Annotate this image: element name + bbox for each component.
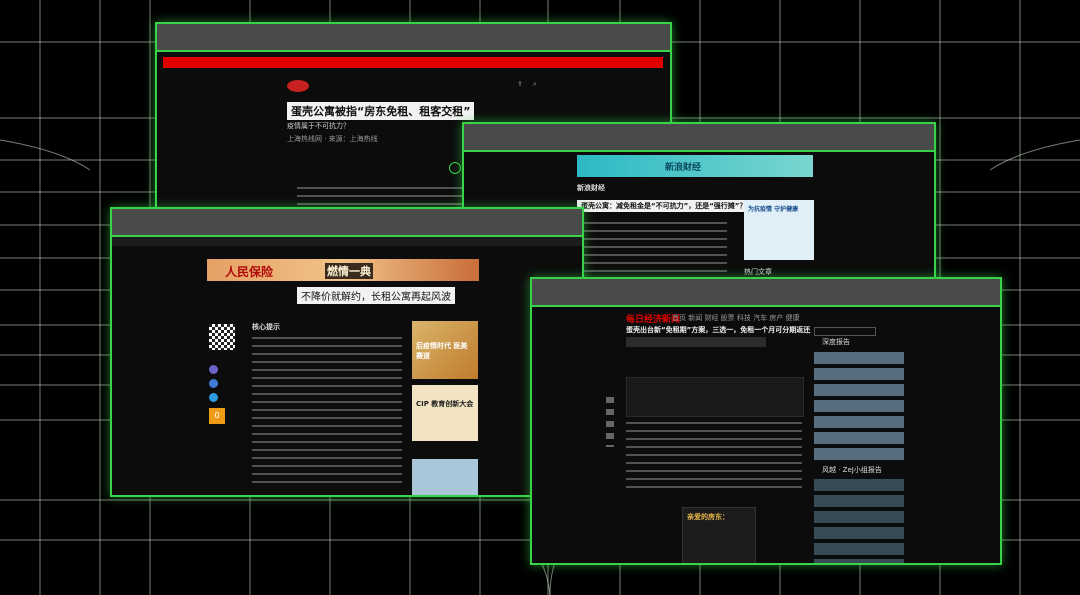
side-tool-icons[interactable] (606, 397, 614, 447)
article-headline: 蛋壳出台新“免租期”方案，三选一，免租一个月可分期返还 (626, 326, 811, 334)
search-input[interactable] (814, 327, 876, 336)
qr-code[interactable] (209, 324, 235, 350)
sidebar-promo-2[interactable]: CIP 教育创新大会 (412, 385, 478, 441)
window-titlebar[interactable] (112, 209, 582, 237)
promo-title: 亲爱的房东： (687, 513, 729, 521)
weibo-icon[interactable] (209, 379, 218, 388)
site-logo (287, 80, 309, 92)
browser-window-news-4[interactable]: 人民保险 燃情一典 不降价就解约，长租公寓再起风波 0 核心提示 后疫情时代 医… (110, 207, 584, 497)
sidebar-title: 深度报告 (822, 338, 850, 346)
article-headline: 不降价就解约，长租公寓再起风波 (297, 287, 455, 304)
site-nav-bar[interactable] (163, 57, 663, 68)
article-body (252, 337, 402, 487)
sidebar-title: 热门文章 (744, 268, 772, 276)
article-page: 人民保险 燃情一典 不降价就解约，长租公寓再起风波 0 核心提示 后疫情时代 医… (112, 237, 582, 495)
like-count: 0 (214, 411, 220, 420)
top-banner-ad[interactable]: 新浪财经 (577, 155, 813, 177)
article-body (626, 422, 802, 492)
site-logo: 新浪财经 (577, 184, 605, 192)
site-nav-bar[interactable] (112, 237, 582, 246)
ad-slogan: 燃情一典 (325, 263, 373, 279)
search-icon[interactable]: ⌕ (533, 80, 537, 89)
like-button[interactable]: 0 (209, 408, 225, 424)
share-icon[interactable]: ⇪ (517, 80, 523, 88)
browser-window-news-2[interactable]: 每日经济新闻 首页 新闻 财经 股票 科技 汽车 房产 健康 蛋壳出台新“免租期… (530, 277, 1002, 565)
share-button[interactable] (449, 162, 461, 174)
section-title: 核心提示 (252, 323, 280, 331)
ad-brand: 人民保险 (225, 265, 274, 279)
article-image (626, 377, 804, 417)
article-body (577, 222, 727, 277)
sidebar-list[interactable] (814, 352, 904, 462)
promo-card[interactable]: 亲爱的房东： (682, 507, 756, 563)
article-page: 每日经济新闻 首页 新闻 财经 股票 科技 汽车 房产 健康 蛋壳出台新“免租期… (532, 307, 1000, 563)
article-headline: 蛋壳公寓：减免租金是“不可抗力”，还是“强行摊”？ (577, 200, 751, 212)
sidebar-promo-1[interactable]: 后疫情时代 医美赛道 (412, 321, 478, 379)
sidebar-ad[interactable]: 为抗疫情 守护健康 (744, 200, 814, 260)
sidebar2-title: 风越 · ZeJ小组报告 (822, 466, 882, 474)
article-subheadline: 疫情属于不可抗力？ (287, 122, 350, 130)
article-meta-bar (626, 337, 766, 347)
top-banner-ad[interactable]: 人民保险 燃情一典 (207, 259, 479, 281)
nav-menu[interactable]: 首页 新闻 财经 股票 科技 汽车 房产 健康 (672, 313, 800, 323)
article-byline: 上海热线网 · 来源：上海热线 (287, 135, 378, 143)
promo-2-text: CIP 教育创新大会 (416, 400, 474, 408)
share-icon[interactable] (209, 365, 218, 374)
sidebar2-list[interactable] (814, 479, 904, 563)
window-titlebar[interactable] (532, 279, 1000, 307)
promo-1-text: 后疫情时代 医美赛道 (416, 342, 468, 360)
sidebar-promo-3[interactable] (412, 459, 478, 495)
window-titlebar[interactable] (157, 24, 670, 52)
window-titlebar[interactable] (464, 124, 934, 152)
article-headline: 蛋壳公寓被指“房东免租、租客交租” (287, 102, 475, 120)
wechat-icon[interactable] (209, 393, 218, 402)
banner-text: 新浪财经 (665, 163, 702, 173)
sidebar-ad-text: 为抗疫情 守护健康 (748, 206, 799, 213)
